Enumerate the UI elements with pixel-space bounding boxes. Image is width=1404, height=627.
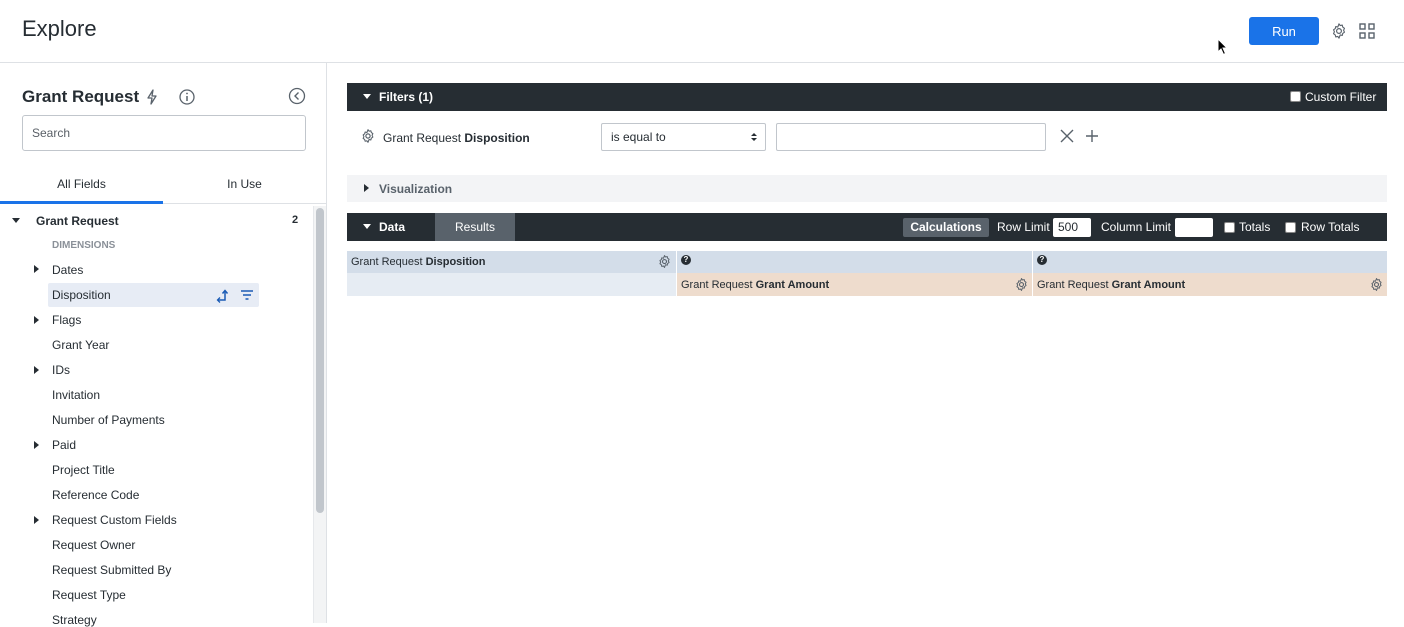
totals-checkbox[interactable]	[1224, 222, 1235, 233]
dimension-header-cell[interactable]: Grant Request Disposition	[347, 251, 676, 273]
data-grid: Grant Request Disposition ? ? Grant Requ…	[347, 251, 1387, 296]
chevron-down-icon[interactable]	[363, 224, 371, 229]
chevron-right-icon[interactable]	[34, 316, 39, 324]
filter-icon[interactable]	[239, 287, 255, 303]
chevron-right-icon[interactable]	[34, 366, 39, 374]
scrollbar-thumb[interactable]	[316, 208, 324, 513]
gear-icon[interactable]	[360, 128, 376, 144]
custom-filter-label[interactable]: Custom Filter	[1305, 90, 1376, 104]
row-totals-checkbox[interactable]	[1285, 222, 1296, 233]
measure-header-label: Grant Request Grant Amount	[1037, 279, 1185, 291]
select-arrows-icon	[751, 133, 757, 141]
filter-field-dimension: Disposition	[464, 131, 530, 145]
row-totals-label[interactable]: Row Totals	[1301, 220, 1359, 234]
close-icon[interactable]	[1060, 129, 1074, 143]
measure-header-view: Grant Request	[681, 279, 753, 291]
measure-header-view: Grant Request	[1037, 279, 1109, 291]
field-item-number-of-payments[interactable]: Number of Payments	[52, 413, 165, 427]
sidebar-scrollbar[interactable]	[313, 206, 326, 623]
measure-header-cell[interactable]: Grant Request Grant Amount	[1032, 273, 1387, 296]
gear-icon[interactable]	[1014, 277, 1029, 292]
field-item-flags[interactable]: Flags	[52, 313, 81, 327]
dimension-header-name: Disposition	[425, 256, 486, 268]
field-item-paid[interactable]: Paid	[52, 438, 76, 452]
filter-value-input[interactable]	[776, 123, 1046, 151]
add-icon[interactable]	[1085, 129, 1099, 143]
chevron-down-icon[interactable]	[12, 218, 20, 223]
field-item-grant-year[interactable]: Grant Year	[52, 338, 109, 352]
tab-results[interactable]: Results	[435, 213, 515, 241]
filters-label[interactable]: Filters (1)	[379, 90, 433, 104]
totals-label[interactable]: Totals	[1239, 220, 1270, 234]
field-item-dates[interactable]: Dates	[52, 263, 83, 277]
column-limit-label: Column Limit	[1101, 220, 1172, 234]
run-button[interactable]: Run	[1249, 17, 1319, 45]
chevron-right-icon[interactable]	[34, 441, 39, 449]
field-item-request-custom-fields[interactable]: Request Custom Fields	[52, 513, 177, 527]
gear-icon[interactable]	[1330, 22, 1348, 40]
data-bar[interactable]: Data Results Calculations Row Limit 500 …	[347, 213, 1387, 241]
row-limit-input[interactable]: 500	[1053, 218, 1091, 237]
tab-in-use[interactable]: In Use	[163, 169, 326, 204]
measure-header-cell[interactable]: Grant Request Grant Amount	[676, 273, 1032, 296]
filter-operator-select[interactable]: is equal to	[601, 123, 766, 151]
main-panel: Filters (1) Custom Filter Grant Request …	[327, 63, 1404, 623]
grid-icon[interactable]	[1358, 22, 1376, 40]
help-icon[interactable]: ?	[681, 255, 691, 265]
row-limit-label: Row Limit	[997, 220, 1050, 234]
custom-filter-checkbox[interactable]	[1290, 91, 1301, 102]
filters-bar[interactable]: Filters (1) Custom Filter	[347, 83, 1387, 111]
dimensions-section-label: DIMENSIONS	[52, 240, 116, 251]
field-item-disposition[interactable]: Disposition	[52, 288, 111, 302]
field-item-reference-code[interactable]: Reference Code	[52, 488, 139, 502]
field-item-strategy[interactable]: Strategy	[52, 613, 97, 627]
measure-header-name: Grant Amount	[755, 279, 830, 291]
field-item-ids[interactable]: IDs	[52, 363, 70, 377]
gear-icon[interactable]	[1369, 277, 1384, 292]
lightning-icon[interactable]	[143, 88, 161, 106]
column-limit-input[interactable]	[1175, 218, 1213, 237]
measure-header-name: Grant Amount	[1111, 279, 1186, 291]
measure-header-label: Grant Request Grant Amount	[681, 279, 829, 291]
field-item-project-title[interactable]: Project Title	[52, 463, 115, 477]
chevron-right-icon[interactable]	[364, 184, 369, 192]
filter-field-view: Grant Request	[383, 131, 462, 145]
filter-field-name: Grant Request Disposition	[383, 131, 530, 145]
field-item-request-submitted-by[interactable]: Request Submitted By	[52, 563, 171, 577]
filter-row: Grant Request Disposition is equal to	[347, 121, 1387, 155]
calculations-button[interactable]: Calculations	[903, 218, 989, 237]
field-tabs: All Fields In Use	[0, 169, 327, 204]
pivot-header-cell: ?	[676, 251, 1032, 273]
view-group-label[interactable]: Grant Request	[36, 214, 119, 228]
field-item-request-owner[interactable]: Request Owner	[52, 538, 135, 552]
pivot-icon[interactable]	[215, 287, 231, 303]
field-picker-sidebar: Grant Request All Fields In Use Grant Re…	[0, 63, 327, 627]
help-icon[interactable]: ?	[1037, 255, 1047, 265]
in-use-count: 2	[292, 214, 299, 226]
chevron-right-icon[interactable]	[34, 516, 39, 524]
field-item-invitation[interactable]: Invitation	[52, 388, 100, 402]
pivot-header-cell: ?	[1032, 251, 1387, 273]
page-title: Explore	[22, 16, 97, 41]
field-search-input[interactable]	[22, 115, 306, 151]
data-label[interactable]: Data	[379, 220, 405, 234]
visualization-label[interactable]: Visualization	[379, 182, 452, 196]
gear-icon[interactable]	[657, 254, 672, 269]
filter-operator-value: is equal to	[611, 130, 666, 144]
dimension-header-label: Grant Request Disposition	[351, 256, 486, 268]
field-item-request-type[interactable]: Request Type	[52, 588, 126, 602]
collapse-sidebar-icon[interactable]	[288, 87, 306, 105]
info-icon[interactable]	[178, 88, 196, 106]
dimension-header-view: Grant Request	[351, 256, 423, 268]
visualization-bar[interactable]: Visualization	[347, 175, 1387, 202]
mouse-cursor-icon	[1217, 38, 1229, 56]
chevron-down-icon[interactable]	[363, 94, 371, 99]
explore-name: Grant Request	[22, 87, 140, 106]
dimension-subheader-cell	[347, 273, 676, 296]
top-bar: Explore Run	[0, 0, 1404, 63]
chevron-right-icon[interactable]	[34, 265, 39, 273]
tab-all-fields[interactable]: All Fields	[0, 169, 163, 204]
